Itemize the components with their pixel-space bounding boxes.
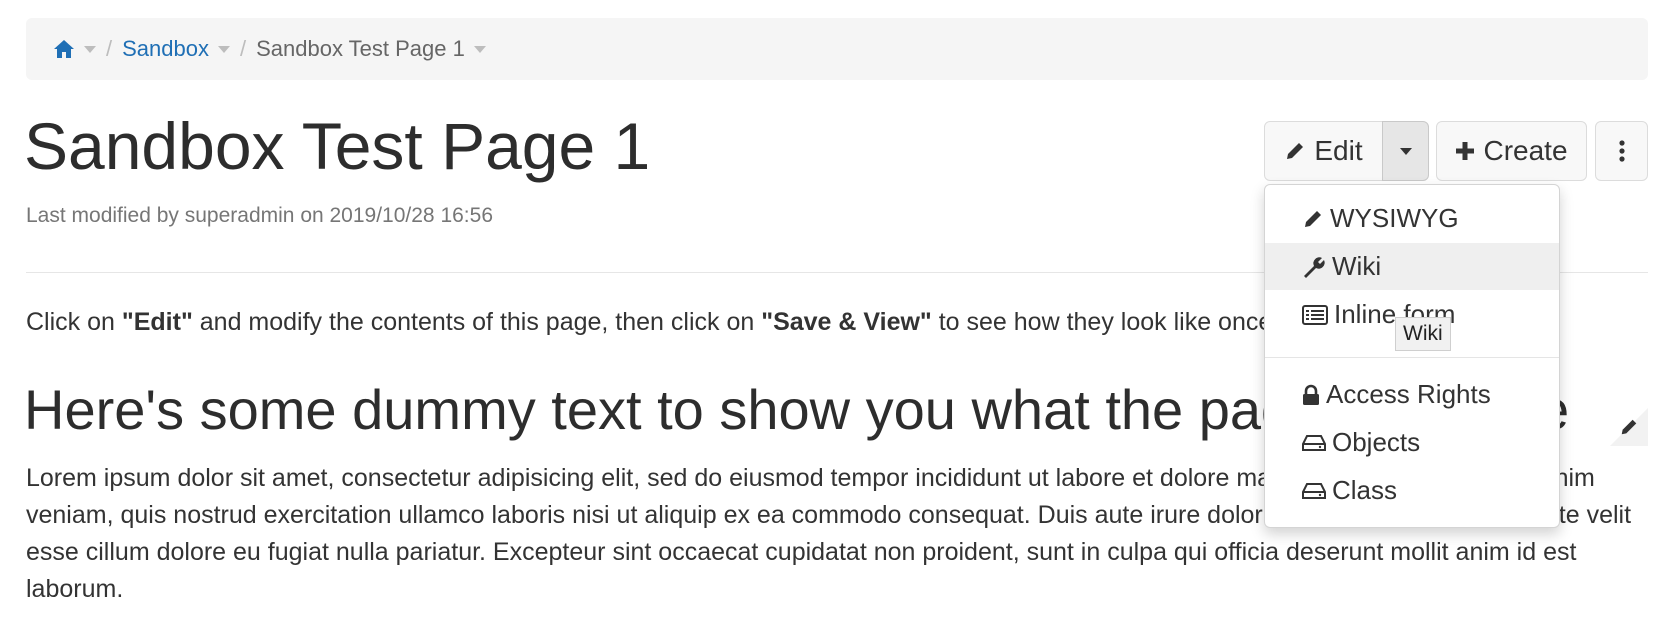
chevron-down-icon[interactable] (84, 45, 96, 53)
pencil-icon (1302, 208, 1324, 230)
create-button-label: Create (1483, 135, 1568, 166)
edit-dropdown-toggle[interactable] (1382, 121, 1429, 181)
menu-item-wiki[interactable]: Wiki (1265, 243, 1559, 290)
menu-item-class[interactable]: Class (1265, 467, 1559, 514)
menu-item-objects[interactable]: Objects (1265, 419, 1559, 466)
chevron-down-icon (1399, 147, 1412, 155)
breadcrumb-separator: / (106, 36, 113, 61)
list-icon (1302, 304, 1328, 326)
wrench-icon (1302, 256, 1326, 278)
edit-button[interactable]: Edit (1264, 121, 1383, 181)
menu-item-wysiwyg[interactable]: WYSIWYG (1265, 195, 1559, 242)
more-actions-button[interactable] (1595, 121, 1648, 181)
chevron-down-icon[interactable] (217, 45, 230, 53)
more-vertical-icon (1618, 139, 1626, 163)
breadcrumb-item-sandbox[interactable]: Sandbox (122, 36, 230, 62)
pencil-icon (1284, 140, 1306, 162)
section-edit-button[interactable] (1610, 408, 1648, 446)
chevron-down-icon[interactable] (473, 45, 486, 53)
home-icon[interactable] (53, 39, 75, 59)
edit-dropdown-menu: WYSIWYG Wiki Inline form Access Rights O… (1264, 184, 1560, 528)
breadcrumb-current-label: Sandbox Test Page 1 (256, 36, 465, 61)
breadcrumb-separator: / (239, 36, 247, 61)
drive-icon (1302, 433, 1326, 453)
menu-item-access-rights[interactable]: Access Rights (1265, 371, 1559, 418)
tooltip: Wiki (1395, 317, 1451, 351)
instructions-text: Click on "Edit" and modify the contents … (26, 308, 1353, 336)
last-modified-text: Last modified by superadmin on 2019/10/2… (26, 204, 493, 227)
breadcrumb: / Sandbox / Sandbox Test Page 1 (26, 18, 1648, 80)
page-title: Sandbox Test Page 1 (24, 109, 651, 183)
breadcrumb-home[interactable] (53, 39, 96, 59)
menu-divider (1265, 357, 1559, 358)
edit-button-label: Edit (1314, 135, 1363, 166)
create-button[interactable]: Create (1436, 121, 1587, 181)
breadcrumb-link-sandbox[interactable]: Sandbox (122, 36, 209, 62)
drive-icon (1302, 481, 1326, 501)
plus-icon (1455, 141, 1475, 161)
breadcrumb-item-current: Sandbox Test Page 1 (256, 36, 486, 62)
pencil-icon[interactable] (1619, 417, 1639, 437)
lock-icon (1302, 384, 1320, 406)
